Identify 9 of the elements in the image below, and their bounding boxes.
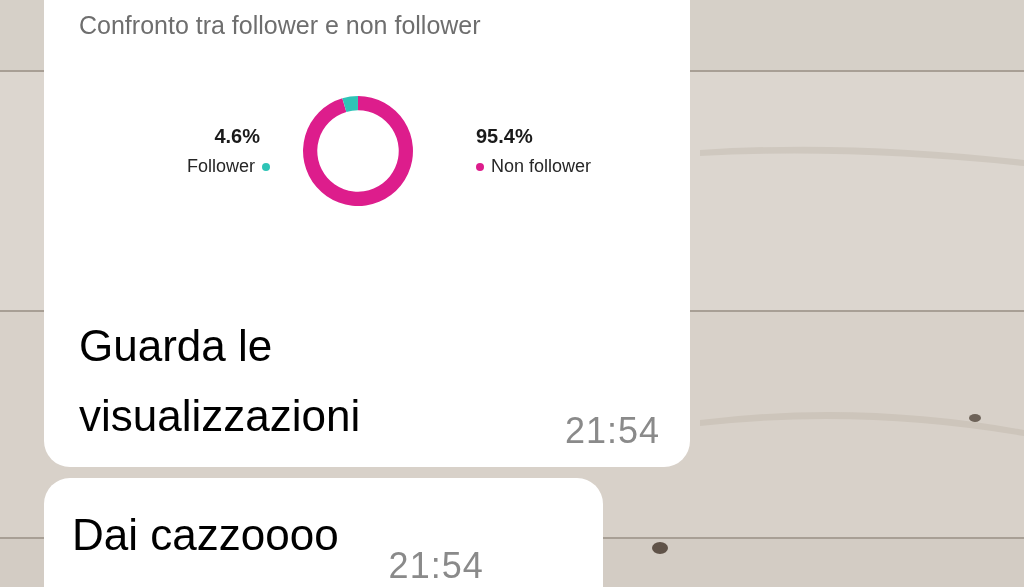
chart-subtitle: Confronto tra follower e non follower [79,10,482,41]
message-text: Guarda le visualizzazioni [79,320,362,442]
message-time: 21:54 [564,411,660,451]
legend-value: 95.4% [476,125,533,148]
legend-label: Non follower [491,156,592,177]
message-text: Dai cazzoooo [72,509,339,561]
legend-value: 4.6% [214,125,260,148]
message-time: 21:54 [388,548,484,584]
legend-label: Follower [186,156,255,177]
